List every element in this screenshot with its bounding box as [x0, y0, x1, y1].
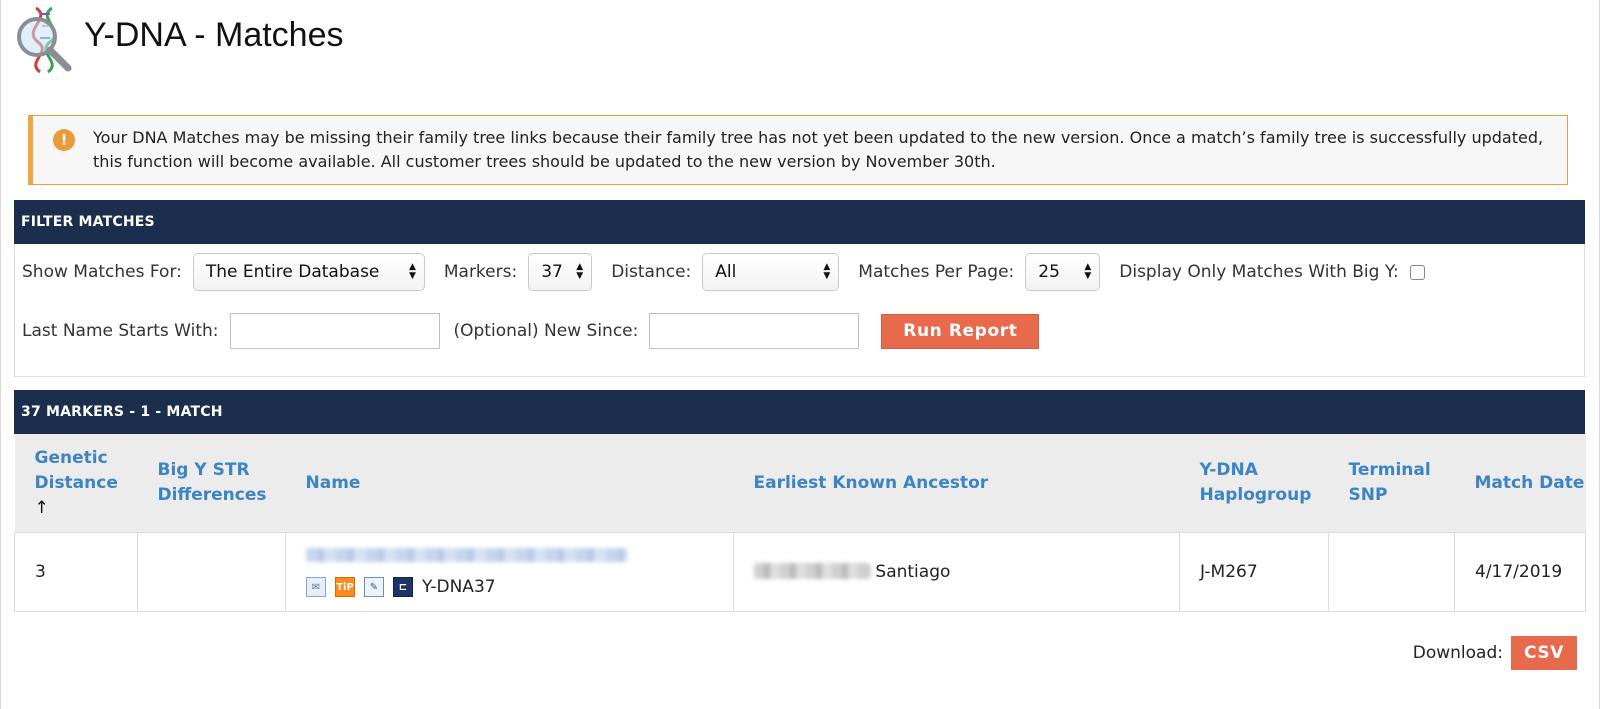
- pedigree-tree-icon[interactable]: ⊏: [393, 577, 413, 597]
- download-label: Download:: [1412, 643, 1503, 663]
- select-arrows-icon: ▲ ▼: [823, 262, 831, 281]
- column-ancestor[interactable]: Earliest Known Ancestor: [733, 434, 1180, 533]
- column-name[interactable]: Name: [285, 434, 734, 533]
- info-icon: !: [53, 129, 75, 151]
- cell-terminal-snp: [1328, 532, 1455, 612]
- distance-label: Distance:: [611, 262, 692, 282]
- filter-panel: Show Matches For: The Entire Database ▲ ▼…: [14, 244, 1585, 377]
- tip-icon[interactable]: TiP: [335, 577, 355, 597]
- big-y-label: Display Only Matches With Big Y:: [1119, 262, 1399, 282]
- new-since-label: (Optional) New Since:: [453, 321, 639, 341]
- select-arrows-icon: ▲ ▼: [1084, 262, 1092, 281]
- csv-download-button[interactable]: CSV: [1511, 636, 1577, 670]
- filter-matches-header: FILTER MATCHES: [14, 200, 1585, 244]
- run-report-button[interactable]: Run Report: [881, 313, 1040, 349]
- show-matches-value: The Entire Database: [205, 262, 380, 282]
- cell-haplogroup: J-M267: [1179, 532, 1329, 612]
- cell-name: ✉ TiP ✎ ⊏ Y-DNA37: [285, 532, 734, 612]
- cell-ancestor: Santiago: [733, 532, 1180, 612]
- distance-select[interactable]: All ▲ ▼: [702, 253, 840, 291]
- new-since-input[interactable]: [649, 313, 860, 349]
- cell-big-y: [137, 532, 286, 612]
- markers-value: 37: [541, 262, 563, 282]
- page-header: Y-DNA - Matches: [12, 4, 344, 76]
- last-name-input[interactable]: [229, 313, 440, 349]
- show-matches-label: Show Matches For:: [22, 262, 182, 282]
- notes-icon[interactable]: ✎: [364, 577, 384, 597]
- filter-row-2: Last Name Starts With: (Optional) New Si…: [22, 312, 1040, 350]
- column-match-date[interactable]: Match Date: [1454, 434, 1586, 533]
- markers-select[interactable]: 37 ▲ ▼: [528, 253, 593, 291]
- column-big-y[interactable]: Big Y STR Differences: [137, 434, 286, 533]
- redacted-match-name[interactable]: [306, 548, 628, 562]
- per-page-label: Matches Per Page:: [858, 262, 1015, 282]
- cell-genetic-distance: 3: [14, 532, 138, 612]
- cell-match-date: 4/17/2019: [1454, 532, 1586, 612]
- select-arrows-icon: ▲ ▼: [408, 262, 416, 281]
- matches-table: Genetic Distance ↑ Big Y STR Differences…: [14, 434, 1586, 612]
- big-y-checkbox[interactable]: [1409, 264, 1425, 280]
- results-header: 37 MARKERS - 1 - MATCH: [14, 390, 1585, 434]
- download-area: Download: CSV: [1413, 636, 1577, 670]
- show-matches-select[interactable]: The Entire Database ▲ ▼: [192, 253, 425, 291]
- notice-banner: ! Your DNA Matches may be missing their …: [28, 115, 1568, 185]
- last-name-label: Last Name Starts With:: [22, 321, 219, 341]
- ancestor-surname: Santiago: [875, 562, 951, 582]
- distance-value: All: [715, 262, 737, 282]
- page-title: Y-DNA - Matches: [84, 15, 344, 54]
- test-label: Y-DNA37: [422, 577, 496, 597]
- markers-label: Markers:: [443, 262, 518, 282]
- select-arrows-icon: ▲ ▼: [576, 262, 584, 281]
- per-page-select[interactable]: 25 ▲ ▼: [1025, 253, 1101, 291]
- email-icon[interactable]: ✉: [306, 577, 326, 597]
- filter-row-1: Show Matches For: The Entire Database ▲ ▼…: [22, 252, 1425, 292]
- dna-magnifier-logo-icon: [17, 6, 72, 74]
- column-genetic-distance-label: Genetic Distance: [34, 447, 118, 493]
- notice-text: Your DNA Matches may be missing their fa…: [93, 128, 1544, 171]
- table-row: 3 ✉ TiP ✎ ⊏ Y-DNA37 Santiago J-M267 4/17…: [14, 532, 1586, 612]
- column-genetic-distance[interactable]: Genetic Distance ↑: [14, 434, 138, 533]
- match-tools: ✉ TiP ✎ ⊏ Y-DNA37: [306, 577, 733, 597]
- per-page-value: 25: [1038, 262, 1060, 282]
- table-header-row: Genetic Distance ↑ Big Y STR Differences…: [14, 434, 1586, 533]
- redacted-ancestor-given-name: [754, 563, 870, 579]
- column-haplogroup[interactable]: Y-DNA Haplogroup: [1179, 434, 1329, 533]
- column-terminal-snp[interactable]: Terminal SNP: [1328, 434, 1455, 533]
- sort-ascending-icon: ↑: [34, 497, 49, 518]
